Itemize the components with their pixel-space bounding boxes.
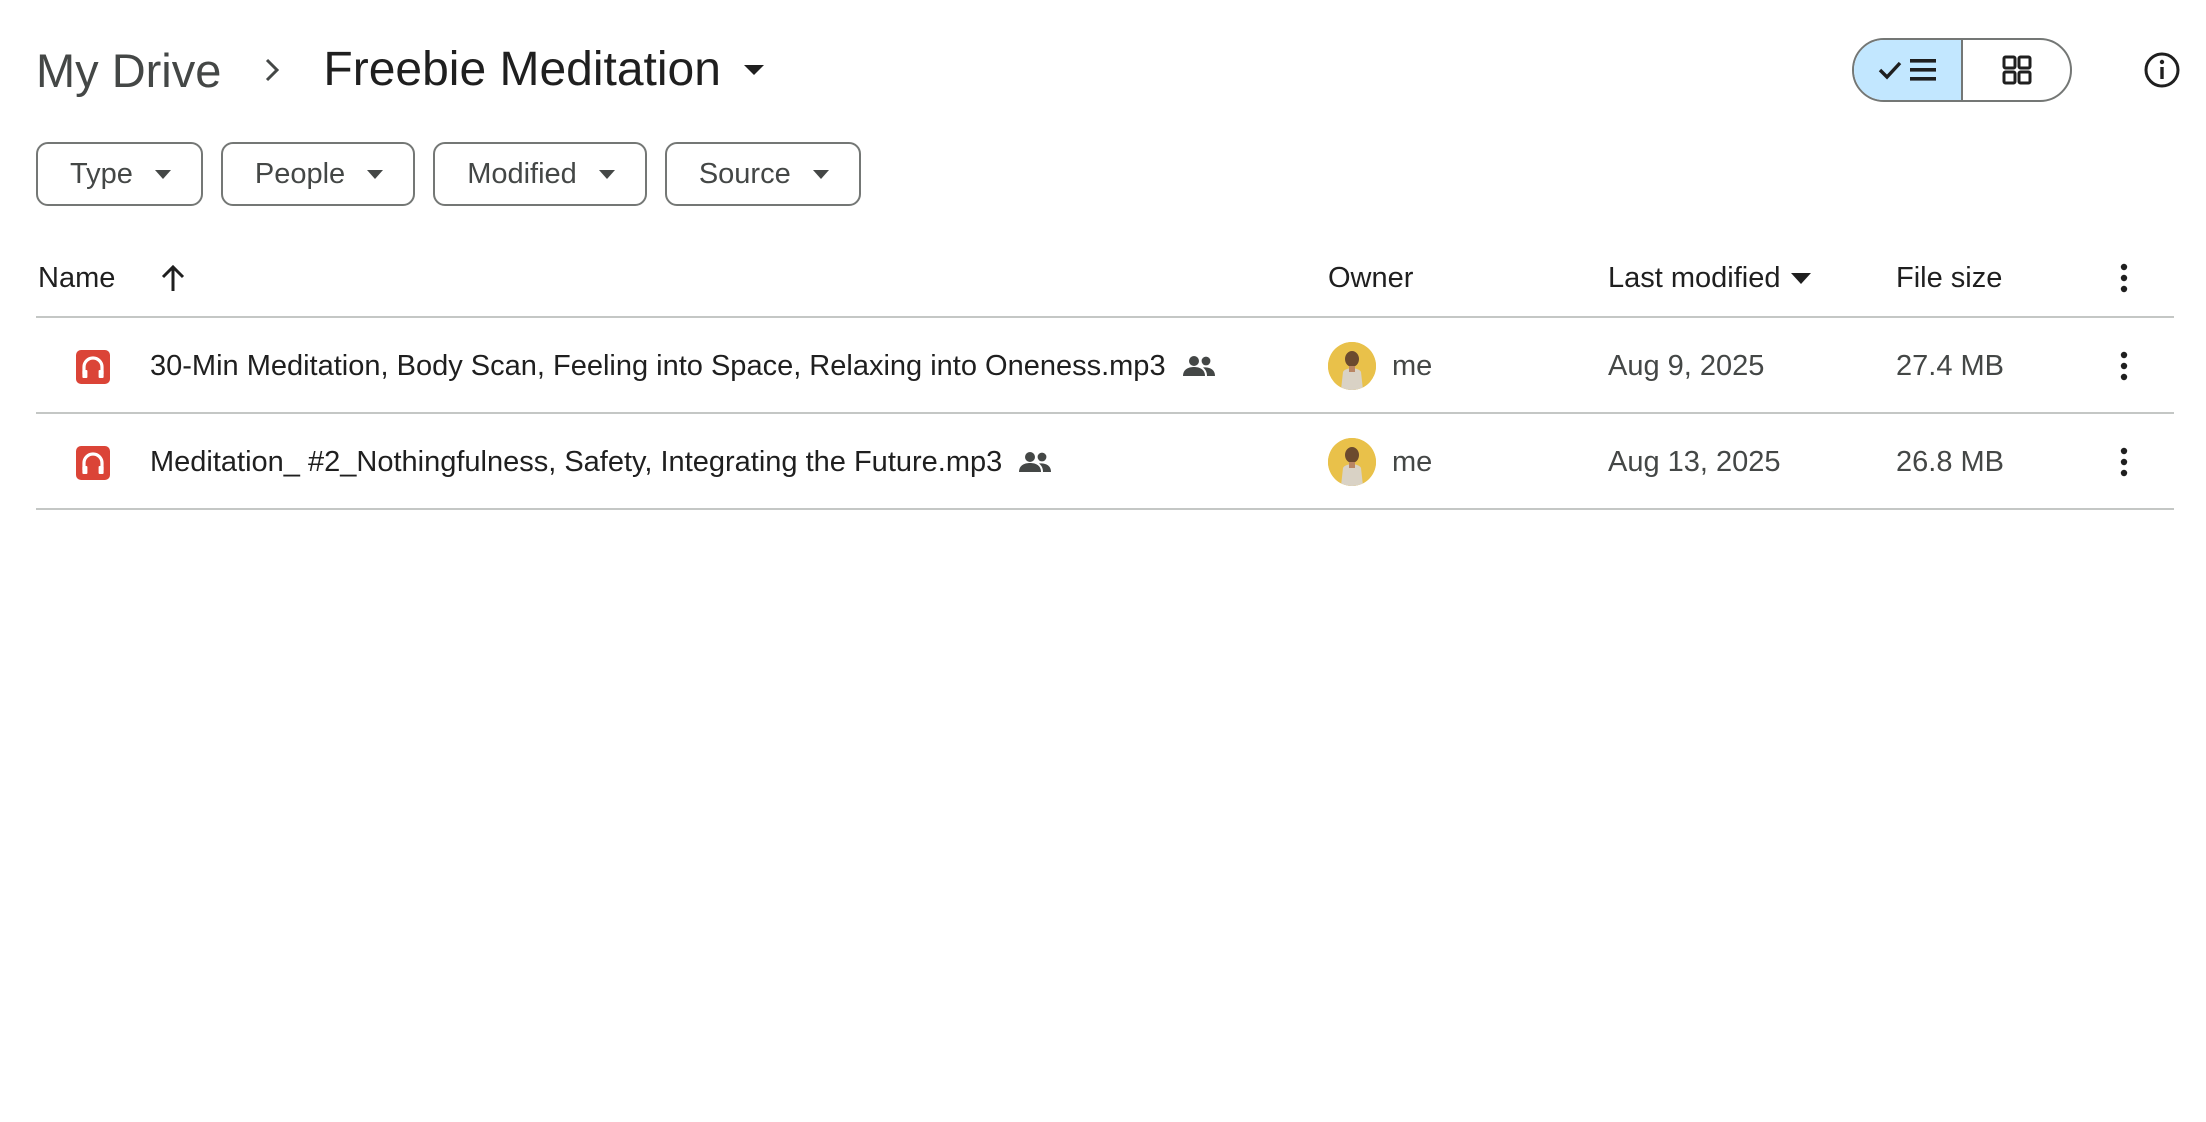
column-header-owner: Owner	[1328, 261, 1414, 294]
owner-name: me	[1392, 445, 1433, 478]
view-toggle	[1852, 38, 2072, 102]
caret-down-icon	[154, 169, 171, 179]
filter-people[interactable]: People	[220, 142, 416, 206]
column-header-name[interactable]: Name	[38, 262, 187, 295]
file-size-cell: 27.4 MB	[1896, 349, 2004, 382]
caret-down-icon	[743, 64, 765, 76]
column-header-file-size: File size	[1896, 261, 2003, 294]
chevron-right-icon	[263, 56, 281, 84]
breadcrumb-my-drive[interactable]: My Drive	[36, 47, 221, 94]
grid-icon	[2002, 55, 2031, 85]
filter-source[interactable]: Source	[664, 142, 861, 206]
table-header: Name Owner Last modified File size	[36, 240, 2174, 318]
header: My Drive Freebie Meditation	[36, 30, 2180, 110]
file-name-cell: Meditation_ #2_Nothingfulness, Safety, I…	[150, 414, 1052, 510]
info-icon	[2144, 52, 2180, 88]
filter-modified[interactable]: Modified	[433, 142, 647, 206]
file-list: Name Owner Last modified File size 30-Mi…	[36, 240, 2174, 510]
caret-down-icon	[367, 169, 384, 179]
owner-name: me	[1392, 349, 1433, 382]
table-row[interactable]: 30-Min Meditation, Body Scan, Feeling in…	[36, 318, 2174, 414]
row-more-actions-button[interactable]	[2096, 434, 2152, 490]
drive-folder-view: My Drive Freebie Meditation Type People …	[0, 0, 2206, 1122]
file-name: 30-Min Meditation, Body Scan, Feeling in…	[150, 349, 1166, 382]
audio-file-icon	[76, 446, 110, 480]
details-button[interactable]	[2132, 40, 2192, 100]
column-header-last-modified[interactable]: Last modified	[1608, 262, 1811, 295]
list-view-button[interactable]	[1854, 40, 1961, 100]
file-size-cell: 26.8 MB	[1896, 445, 2004, 478]
last-modified-cell: Aug 13, 2025	[1608, 445, 1781, 478]
owner-cell: me	[1328, 318, 1432, 414]
column-options-button[interactable]	[2096, 250, 2152, 306]
more-vert-icon	[2120, 447, 2128, 477]
folder-title: Freebie Meditation	[323, 43, 721, 96]
filter-label: People	[254, 157, 346, 190]
file-name-cell: 30-Min Meditation, Body Scan, Feeling in…	[150, 318, 1216, 414]
owner-cell: me	[1328, 414, 1432, 510]
filter-label: Modified	[467, 157, 577, 190]
column-label: Name	[38, 261, 116, 294]
filter-label: Type	[70, 157, 133, 190]
arrow-up-icon[interactable]	[159, 263, 187, 293]
more-vert-icon	[2120, 263, 2128, 293]
row-more-actions-button[interactable]	[2096, 338, 2152, 394]
list-icon	[1878, 59, 1936, 81]
table-row[interactable]: Meditation_ #2_Nothingfulness, Safety, I…	[36, 414, 2174, 510]
filter-chips: Type People Modified Source	[36, 142, 861, 206]
shared-people-icon	[1182, 355, 1216, 377]
avatar	[1328, 438, 1376, 486]
breadcrumb-current-folder[interactable]: Freebie Meditation	[323, 46, 765, 94]
filter-type[interactable]: Type	[36, 142, 203, 206]
caret-down-icon	[812, 169, 829, 179]
column-label: Last modified	[1608, 261, 1781, 294]
more-vert-icon	[2120, 351, 2128, 381]
audio-file-icon	[76, 350, 110, 384]
filter-label: Source	[698, 157, 791, 190]
caret-down-icon	[598, 169, 615, 179]
shared-people-icon	[1018, 451, 1052, 473]
grid-view-button[interactable]	[1961, 40, 2070, 100]
last-modified-cell: Aug 9, 2025	[1608, 349, 1765, 382]
avatar	[1328, 342, 1376, 390]
file-name: Meditation_ #2_Nothingfulness, Safety, I…	[150, 445, 1003, 478]
caret-down-icon	[1790, 272, 1811, 284]
